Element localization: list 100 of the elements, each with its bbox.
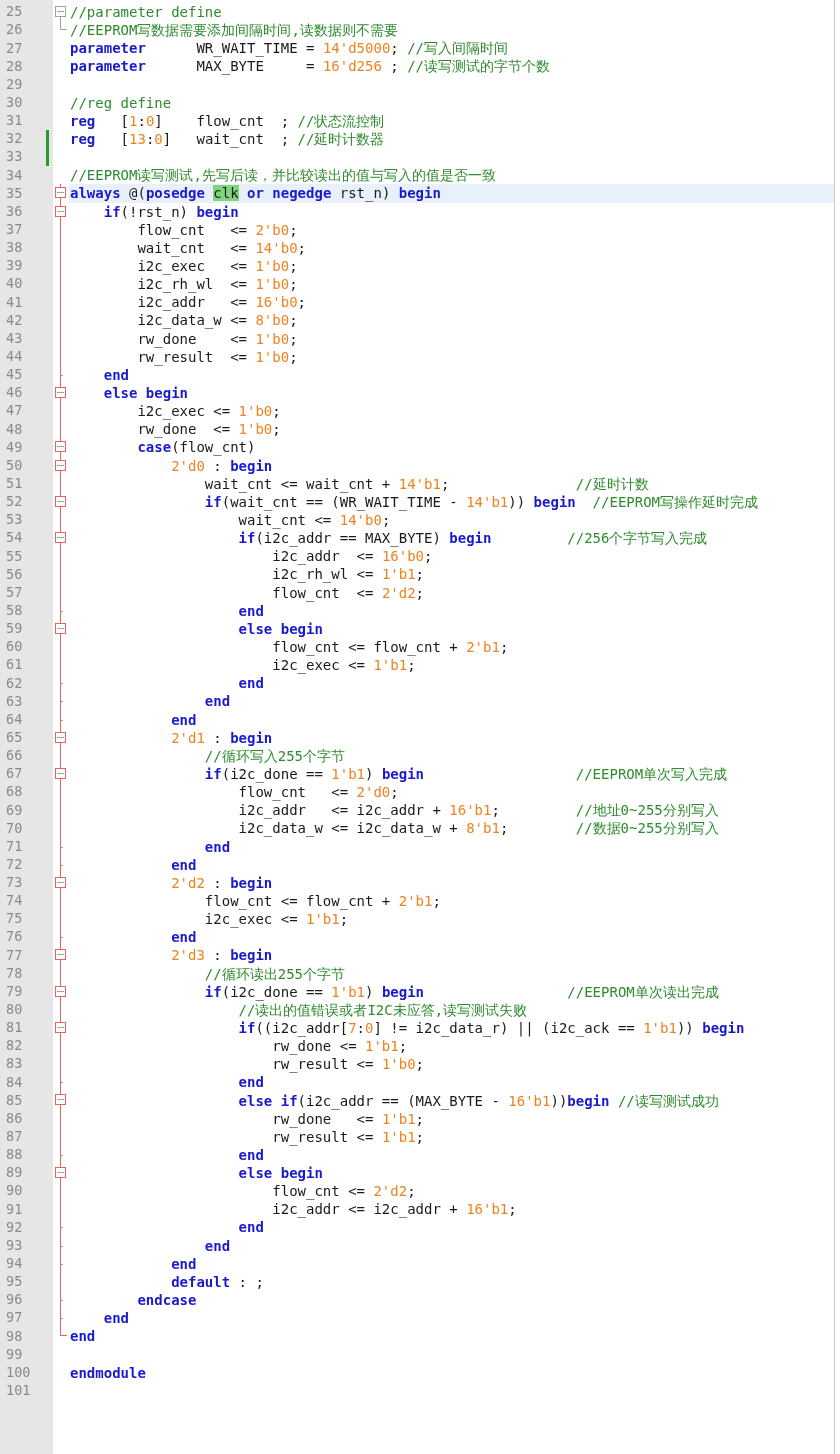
line-number: 66 [5,749,23,763]
line-number: 36 [5,204,23,219]
collapse-icon[interactable] [55,767,66,779]
line-number: 27 [5,41,23,56]
code-line: end [102,1309,129,1328]
line-number: 30 [5,96,23,110]
code-line: end [237,601,264,620]
collapse-icon[interactable] [55,731,66,743]
line-number: 35 [5,186,23,201]
code-line: if(i2c_done == 1'b1) begin //EEPROM单次写入完成 [203,764,728,783]
code-line: else begin [237,619,323,638]
line-number: 83 [5,1057,23,1071]
code-line: endcase [136,1291,197,1310]
code-line: 2'd0 : begin [170,456,273,475]
code-line: end [237,1073,264,1092]
line-number: 51 [5,476,23,491]
collapse-icon[interactable] [55,187,66,199]
code-line: case(flow_cnt) [136,438,256,457]
collapse-icon[interactable] [55,532,66,544]
code-line: else begin [237,1164,323,1183]
line-number: 89 [5,1166,23,1180]
collapse-icon[interactable] [55,622,66,634]
code-line: rw_result <= 1'b0; [136,348,298,366]
line-number: 55 [5,549,23,564]
code-line: //EEPROM读写测试,先写后读，并比较读出的值与写入的值是否一致 [70,166,496,185]
line-number: 81 [5,1021,23,1035]
collapse-icon[interactable] [55,205,66,217]
line-number: 95 [5,1275,23,1289]
line-number: 97 [5,1311,23,1325]
code-line: end [170,710,197,729]
collapse-icon[interactable] [55,876,66,888]
code-line: i2c_rh_wl <= 1'b0; [136,275,298,294]
collapse-icon[interactable] [55,441,66,453]
line-number: 100 [5,1365,31,1380]
line-number: 85 [5,1093,23,1108]
code-line: end [70,1327,96,1346]
code-line: i2c_rh_wl <= 1'b1; [271,565,425,584]
line-number: 62 [5,676,23,690]
line-number: 78 [5,966,23,981]
code-line: 2'd1 : begin [170,728,273,747]
line-number: 45 [5,368,23,382]
line-number: 99 [5,1347,23,1362]
code-line: i2c_addr <= 16'b0; [136,293,307,312]
code-line: wait_cnt <= 14'b0; [237,511,391,529]
code-line: endmodule [70,1363,146,1382]
code-line: flow_cnt <= 2'd2; [271,583,425,602]
code-line: end [237,1145,264,1164]
line-number: 87 [5,1130,23,1144]
line-number: 46 [5,386,23,400]
code-line: rw_result <= 1'b1; [271,1128,425,1146]
collapse-icon[interactable] [55,1167,66,1178]
line-number: 61 [5,658,23,672]
line-number: 94 [5,1257,23,1271]
collapse-icon[interactable] [55,1021,66,1033]
line-number: 50 [5,458,23,473]
code-line: else begin [102,384,188,402]
line-number: 31 [5,114,23,128]
code-line: 2'd2 : begin [170,873,273,892]
line-number: 28 [5,59,23,74]
code-line: //reg define [70,93,172,112]
code-line: else if(i2c_addr == (MAX_BYTE - 16'b1))begin //读写测试成功 [237,1091,719,1110]
code-line: end [170,1254,197,1273]
collapse-icon[interactable] [55,459,66,471]
code-line: end [102,365,129,384]
line-number: 91 [5,1202,23,1217]
code-line: flow_cnt <= flow_cnt + 2'b1; [271,638,509,656]
code-line: i2c_addr <= i2c_addr + 16'b1; [271,1200,517,1219]
code-line: end [203,692,231,711]
line-number: 76 [5,930,23,944]
line-number: 70 [5,821,23,836]
code-line: always @(posedge clk or negedge rst_n) begin [70,184,441,203]
code-line: //读出的值错误或者I2C未应答,读写测试失败 [237,1001,528,1019]
line-number: 60 [5,640,23,654]
code-line: flow_cnt <= flow_cnt + 2'b1; [203,891,441,910]
line-number: 49 [5,440,23,455]
line-number: 101 [5,1384,31,1398]
line-number: 37 [5,223,23,237]
code-line: if(wait_cnt == (WR_WAIT_TIME - 14'b1)) begin //EEPROM写操作延时完成 [203,493,759,511]
collapse-icon[interactable] [55,6,66,17]
line-number: 54 [5,531,23,545]
collapse-icon[interactable] [55,949,66,961]
collapse-icon[interactable] [55,985,66,997]
code-line: //循环写入255个字节 [203,746,345,765]
code-line: end [237,1218,264,1237]
line-number: 39 [5,259,23,273]
collapse-icon[interactable] [55,1094,66,1106]
line-number: 33 [5,150,23,164]
line-number: 48 [5,422,23,437]
line-number: 90 [5,1184,23,1198]
line-number: 26 [5,23,23,37]
code-line: wait_cnt <= wait_cnt + 14'b1; //延时计数 [203,474,649,493]
collapse-icon[interactable] [55,386,66,398]
line-number: 92 [5,1220,23,1235]
line-number: 29 [5,77,23,92]
line-number: 53 [5,513,23,527]
code-line: i2c_addr <= i2c_addr + 16'b1; //地址0~255分别写入 [237,801,719,820]
code-line: i2c_exec <= 1'b0; [136,402,281,421]
collapse-icon[interactable] [55,495,66,507]
line-number: 44 [5,350,23,364]
code-line: rw_done <= 1'b0; [136,420,281,439]
